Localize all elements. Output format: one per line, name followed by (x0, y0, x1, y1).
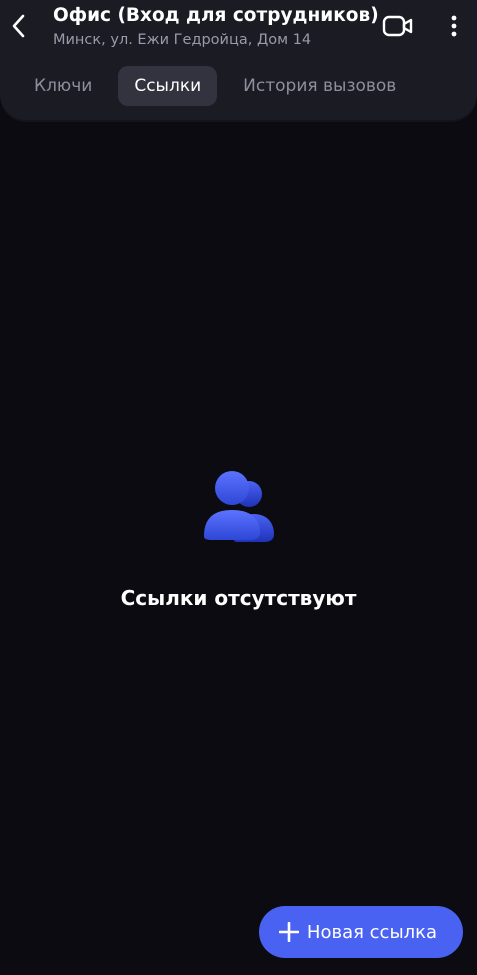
new-link-button[interactable]: Новая ссылка (259, 906, 463, 958)
header-titles: Офис (Вход для сотрудников) Минск, ул. Е… (53, 4, 379, 50)
tab-links[interactable]: Ссылки (118, 66, 218, 106)
users-icon (194, 460, 284, 550)
back-button[interactable] (2, 6, 36, 46)
page-subtitle-address: Минск, ул. Ежи Гедройца, Дом 14 (53, 32, 312, 48)
empty-state-text: Ссылки отсутствуют (120, 586, 357, 610)
more-options-button[interactable] (442, 10, 466, 42)
video-call-button[interactable] (380, 10, 416, 42)
tab-keys[interactable]: Ключи (18, 66, 108, 106)
plus-icon (278, 922, 299, 942)
tab-call-history[interactable]: История вызовов (227, 66, 412, 106)
chevron-left-icon (12, 14, 25, 38)
tab-bar: Ключи Ссылки История вызовов (18, 66, 422, 106)
more-vertical-icon (451, 15, 457, 37)
empty-state: Ссылки отсутствуют (0, 460, 477, 610)
links-screen: Офис (Вход для сотрудников) Минск, ул. Е… (0, 0, 477, 975)
new-link-button-label: Новая ссылка (306, 921, 438, 943)
video-camera-icon (382, 15, 413, 37)
page-title: Офис (Вход для сотрудников) (53, 5, 379, 26)
top-panel: Офис (Вход для сотрудников) Минск, ул. Е… (0, 0, 477, 120)
